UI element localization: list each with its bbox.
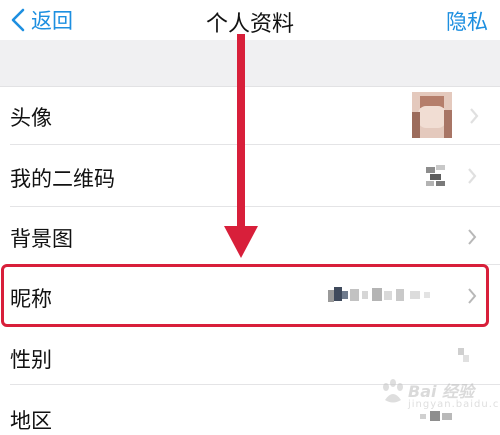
- privacy-button[interactable]: 隐私: [446, 6, 488, 36]
- row-region[interactable]: 地区: [0, 385, 500, 433]
- nickname-value-pixelated: [328, 285, 448, 307]
- chevron-right-icon: [468, 288, 477, 304]
- region-value-pixelated: [420, 411, 460, 423]
- section-spacer: [0, 40, 500, 87]
- navigation-bar: 返回 个人资料 隐私: [0, 0, 500, 40]
- chevron-right-icon: [468, 229, 477, 245]
- page-title: 个人资料: [205, 12, 294, 37]
- row-label-background-image: 背景图: [10, 227, 73, 251]
- chevron-right-icon: [468, 168, 477, 184]
- row-label-nickname: 昵称: [10, 287, 52, 311]
- row-avatar[interactable]: 头像: [0, 87, 500, 145]
- row-label-gender: 性别: [10, 348, 52, 372]
- row-label-region: 地区: [10, 409, 52, 433]
- row-background-image[interactable]: 背景图: [0, 207, 500, 265]
- qr-code-icon: [426, 165, 446, 187]
- row-nickname[interactable]: 昵称: [0, 265, 500, 327]
- gender-value-pixelated: [458, 348, 470, 362]
- row-gender[interactable]: 性别: [0, 327, 500, 385]
- chevron-right-icon: [470, 108, 479, 124]
- avatar-thumbnail: [412, 92, 452, 138]
- row-qr-code[interactable]: 我的二维码: [0, 145, 500, 207]
- row-label-avatar: 头像: [10, 106, 52, 130]
- row-label-qr-code: 我的二维码: [10, 167, 115, 191]
